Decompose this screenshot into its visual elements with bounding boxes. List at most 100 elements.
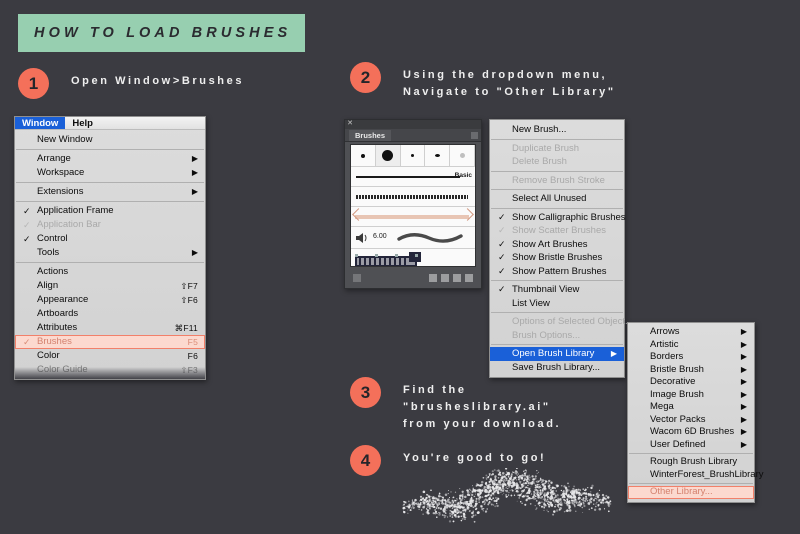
brush-menu-item[interactable]: ✓ Show Art Brushes — [490, 238, 624, 252]
window-menu-label: Arrange — [37, 153, 71, 164]
brush-row-pattern[interactable] — [351, 249, 475, 266]
brush-library-item[interactable]: Vector Packs ▶ — [628, 414, 754, 427]
window-menu-item[interactable]: Extensions ▶ — [15, 185, 205, 199]
brush-menu-label: Show Calligraphic Brushes — [512, 211, 626, 223]
brush-library-item[interactable]: Borders ▶ — [628, 351, 754, 364]
delete-brush-icon[interactable] — [465, 274, 473, 282]
brush-thumbnail[interactable] — [450, 145, 475, 166]
brush-thumbnail[interactable] — [401, 145, 426, 166]
brush-panel-dropdown-menu[interactable]: New Brush... Duplicate Brush Delete Brush R… — [489, 119, 633, 378]
window-menu-item[interactable]: Artboards — [15, 307, 205, 321]
window-menu-label: Align — [37, 280, 59, 291]
window-menu-label: Extensions — [37, 186, 84, 197]
brush-menu-item[interactable]: Save Brush Library... — [490, 361, 624, 375]
brush-menu-label: Open Brush Library — [512, 348, 595, 359]
close-icon[interactable]: ✕ — [347, 120, 353, 127]
submenu-arrow-icon: ▶ — [740, 339, 747, 349]
brush-menu-item[interactable]: New Brush... — [490, 123, 624, 137]
panel-menu-icon[interactable] — [471, 132, 478, 139]
window-menu-item[interactable]: ✓ Application Frame — [15, 204, 205, 218]
brush-menu-item: ✓ Show Scatter Brushes — [490, 224, 624, 238]
brush-library-label: Mega — [650, 401, 674, 412]
brush-menu-item[interactable]: ✓ Thumbnail View — [490, 283, 624, 297]
menu-separator — [491, 312, 623, 313]
brush-row-charcoal[interactable] — [351, 187, 475, 207]
brush-library-item[interactable]: Rough Brush Library — [628, 456, 754, 469]
window-menu-item[interactable]: Color Guide ⇧F3 — [15, 363, 205, 377]
brush-library-item[interactable]: Image Brush ▶ — [628, 389, 754, 402]
window-menu-item[interactable]: New Window — [15, 133, 205, 147]
window-menu-item[interactable]: Tools ▶ — [15, 246, 205, 260]
brush-thumbnail[interactable] — [425, 145, 451, 166]
window-menu-item[interactable]: Attributes ⌘F11 — [15, 321, 205, 335]
brush-library-item[interactable]: Other Library... — [628, 486, 754, 499]
menu-separator — [629, 483, 753, 484]
brush-library-item[interactable]: Decorative ▶ — [628, 376, 754, 389]
brush-library-item[interactable]: Artistic ▶ — [628, 339, 754, 352]
window-menu-item[interactable]: Color F6 — [15, 349, 205, 363]
brush-menu-item[interactable]: ✓ Show Calligraphic Brushes — [490, 211, 626, 225]
brush-libraries-icon[interactable] — [353, 274, 361, 282]
menu-separator — [491, 207, 623, 209]
brush-library-item[interactable]: WinterForest_BrushLibrary — [628, 469, 764, 482]
window-menu-item[interactable]: Workspace ▶ — [15, 166, 205, 180]
menu-separator — [491, 344, 623, 345]
brushes-panel-footer — [350, 271, 476, 285]
menu-separator — [16, 201, 204, 202]
brushes-panel-body[interactable]: Basic 6.00 — [350, 144, 476, 267]
brush-row-arrow[interactable] — [351, 207, 475, 227]
remove-brush-stroke-icon[interactable] — [429, 274, 437, 282]
window-menu-label: Brushes — [37, 336, 72, 347]
menubar-item-help[interactable]: Help — [65, 117, 100, 129]
submenu-arrow-icon: ▶ — [191, 187, 198, 196]
brush-library-item[interactable]: Wacom 6D Brushes ▶ — [628, 426, 754, 439]
menu-separator — [491, 189, 623, 190]
brush-library-label: WinterForest_BrushLibrary — [650, 468, 764, 480]
brush-menu-item[interactable]: Open Brush Library ▶ — [490, 347, 624, 361]
window-menu-item[interactable]: Align ⇧F7 — [15, 279, 205, 293]
new-brush-icon[interactable] — [453, 274, 461, 282]
brush-menu-item[interactable]: Select All Unused — [490, 192, 624, 206]
brush-menu-label: Show Art Brushes — [512, 238, 588, 250]
submenu-arrow-icon: ▶ — [740, 377, 747, 386]
window-menu-label: Tools — [37, 247, 60, 258]
window-menu-item[interactable]: ✓ Brushes F5 — [15, 335, 205, 349]
menu-separator — [629, 453, 753, 454]
brushes-panel[interactable]: ✕ Brushes Basic 6.00 — [344, 119, 482, 289]
window-menu-label: Workspace — [37, 167, 85, 178]
checkmark-icon: ✓ — [498, 238, 506, 249]
brush-menu-item: Options of Selected Object... — [490, 315, 633, 329]
step-label: Using the dropdown menu, Navigate to "Ot… — [403, 69, 616, 98]
brush-row-bristle[interactable]: 6.00 — [351, 227, 475, 249]
window-menu-label: Application Bar — [37, 219, 101, 230]
brush-thumbnail[interactable] — [351, 145, 376, 166]
brush-menu-label: Show Pattern Brushes — [512, 265, 607, 277]
options-icon[interactable] — [441, 274, 449, 282]
window-menu-label: Application Frame — [37, 205, 114, 216]
window-menu-panel[interactable]: Window Help New Window Arrange ▶ Workspace ▶… — [14, 116, 206, 380]
brush-menu-item[interactable]: ✓ Show Bristle Brushes — [490, 251, 624, 265]
submenu-arrow-icon: ▶ — [191, 154, 198, 163]
brush-library-item[interactable]: User Defined ▶ — [628, 439, 754, 452]
step-label: Open Window>Brushes — [71, 75, 245, 87]
menu-separator — [491, 138, 623, 140]
brush-library-item[interactable]: Bristle Brush ▶ — [628, 364, 754, 377]
brush-library-label: Decorative — [650, 376, 696, 387]
tab-brushes[interactable]: Brushes — [349, 129, 392, 141]
window-menu-item[interactable]: ✓ Control — [15, 232, 205, 246]
window-menu-item[interactable]: Appearance ⇧F6 — [15, 293, 205, 307]
brush-library-submenu[interactable]: Arrows ▶ Artistic ▶ Borders ▶ Bristle Brush ▶ De… — [627, 322, 764, 503]
window-menu-item[interactable]: Actions — [15, 265, 205, 279]
menubar-item-window[interactable]: Window — [15, 117, 66, 129]
brush-menu-label: Save Brush Library... — [512, 361, 601, 373]
brush-library-item[interactable]: Arrows ▶ — [628, 326, 754, 339]
brush-row-basic[interactable]: Basic — [351, 167, 475, 187]
brush-library-item[interactable]: Mega ▶ — [628, 401, 754, 414]
menu-shortcut: ⇧F6 — [180, 295, 198, 305]
window-menu-item[interactable]: Arrange ▶ — [15, 152, 205, 166]
brush-menu-item[interactable]: ✓ Show Pattern Brushes — [490, 265, 624, 279]
brush-menu-item[interactable]: List View — [490, 297, 624, 311]
submenu-arrow-icon: ▶ — [740, 439, 747, 449]
brush-thumbnail[interactable] — [375, 145, 401, 166]
submenu-arrow-icon: ▶ — [740, 327, 747, 336]
